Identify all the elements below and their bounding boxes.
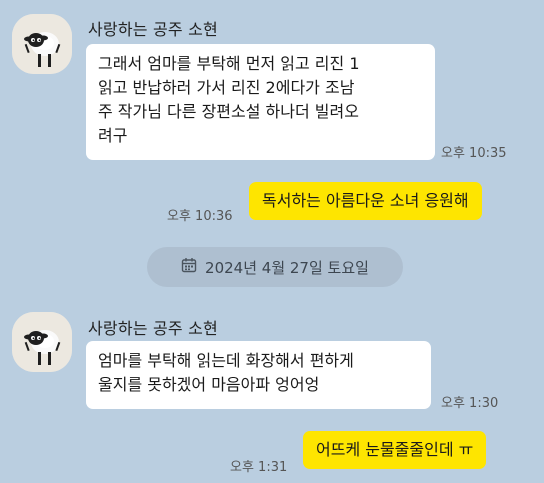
sender-name: 사랑하는 공주 소현 (88, 20, 218, 39)
sheep-avatar-icon (12, 312, 72, 372)
date-divider: 2024년 4월 27일 토요일 (147, 247, 403, 287)
message-time: 오후 10:35 (441, 146, 507, 161)
date-label: 2024년 4월 27일 토요일 (205, 258, 369, 277)
outgoing-message-bubble[interactable]: 어뜨케 눈물줄줄인데 ㅠ (303, 431, 487, 469)
message-line: 려구 (98, 126, 128, 145)
sender-avatar[interactable] (12, 312, 72, 372)
calendar-icon (181, 257, 197, 277)
sender-name: 사랑하는 공주 소현 (88, 319, 218, 338)
incoming-message-bubble[interactable]: 그래서 엄마를 부탁해 먼저 읽고 리진 1 읽고 반납하러 가서 리진 2에다… (86, 44, 435, 160)
message-line: 울지를 못하겠어 마음아파 엉어엉 (98, 375, 320, 394)
message-text: 독서하는 아름다운 소녀 응원해 (262, 191, 469, 210)
incoming-message-bubble[interactable]: 엄마를 부탁해 읽는데 화장해서 편하게 울지를 못하겠어 마음아파 엉어엉 (86, 341, 431, 409)
sheep-avatar-icon (12, 14, 72, 74)
message-line: 읽고 반납하러 가서 리진 2에다가 조남 (98, 78, 355, 97)
message-line: 주 작가님 다른 장편소설 하나더 빌려오 (98, 102, 359, 121)
message-time: 오후 10:36 (167, 209, 233, 224)
sender-avatar[interactable] (12, 14, 72, 74)
message-line: 엄마를 부탁해 읽는데 화장해서 편하게 (98, 351, 354, 370)
message-text: 어뜨케 눈물줄줄인데 ㅠ (316, 440, 474, 459)
outgoing-message-bubble[interactable]: 독서하는 아름다운 소녀 응원해 (249, 182, 482, 220)
message-time: 오후 1:30 (441, 396, 499, 411)
message-time: 오후 1:31 (230, 460, 288, 475)
message-line: 그래서 엄마를 부탁해 먼저 읽고 리진 1 (98, 54, 360, 73)
